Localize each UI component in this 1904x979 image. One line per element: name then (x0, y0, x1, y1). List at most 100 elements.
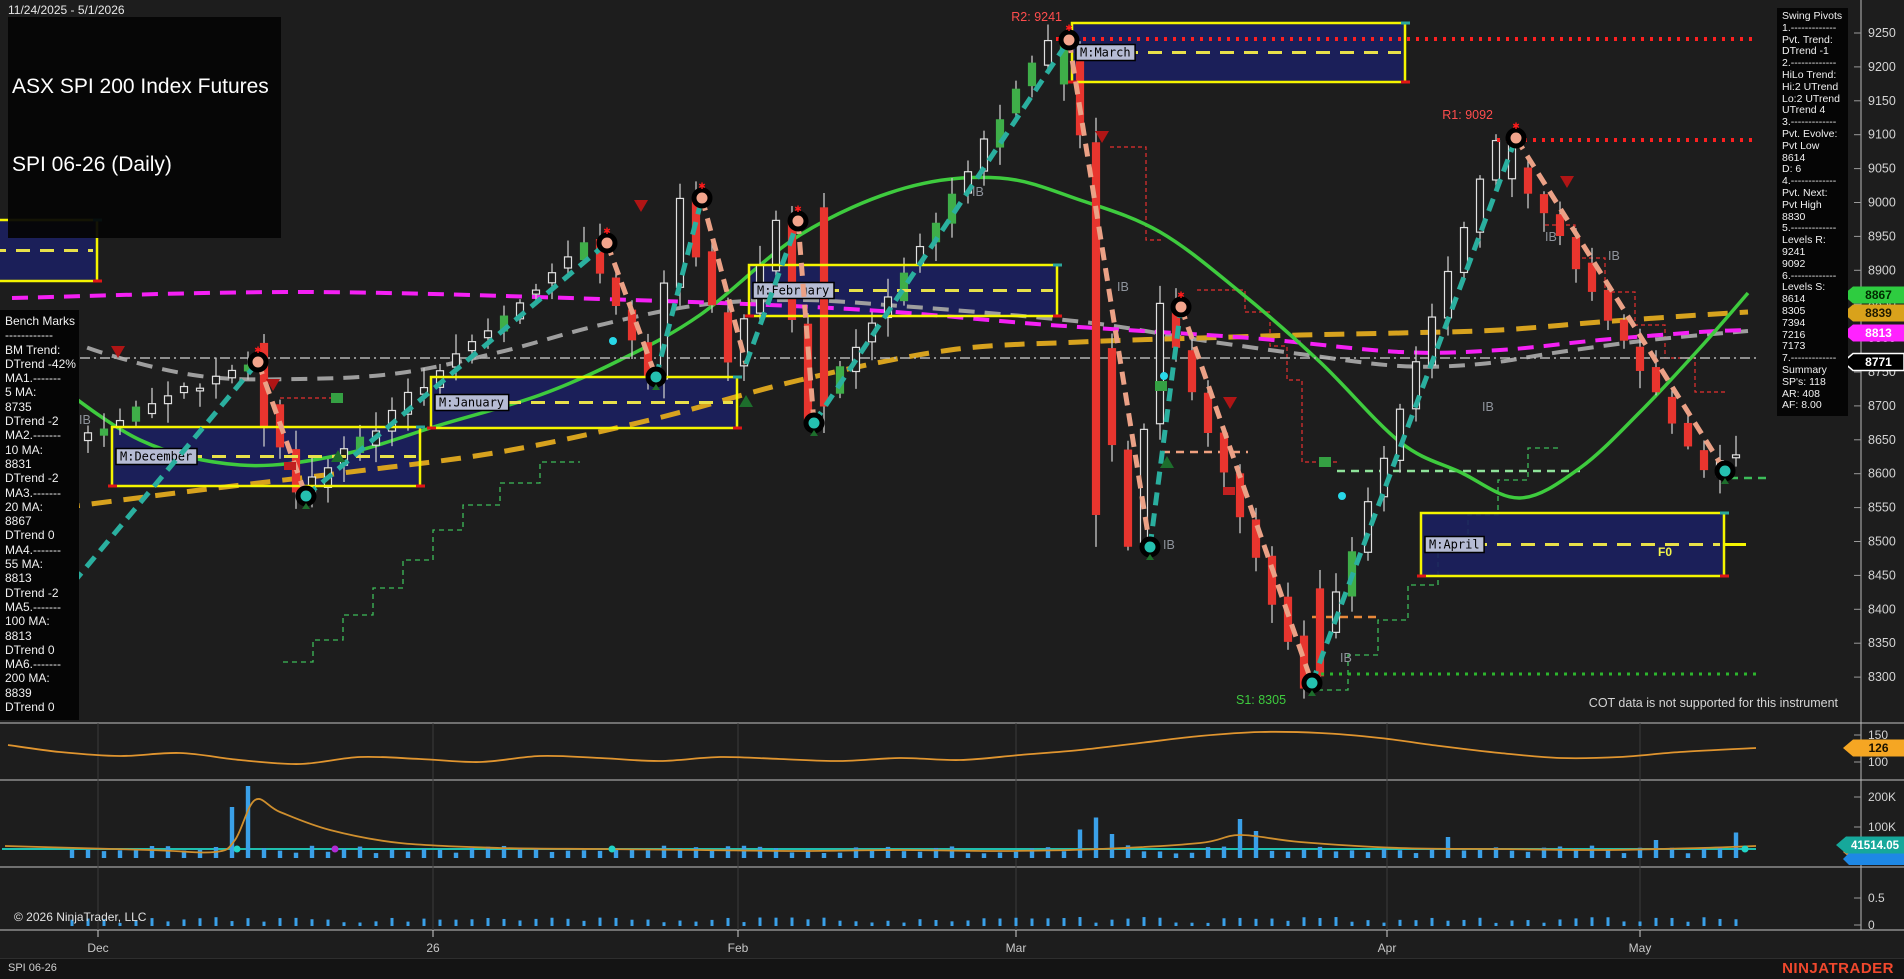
svg-text:✱: ✱ (698, 181, 706, 191)
svg-text:9250: 9250 (1868, 26, 1896, 40)
svg-text:9100: 9100 (1868, 128, 1896, 142)
swing-pivots-line: AF: 8.00 (1782, 400, 1848, 412)
swing-markers: ✱✱✱✱✱✱✱ (66, 23, 1733, 696)
swing-pivots-line: 1.------------- (1782, 23, 1848, 35)
svg-text:8867: 8867 (1865, 288, 1892, 302)
bench-marks-line: DTrend -2 (5, 471, 79, 485)
svg-text:8300: 8300 (1868, 670, 1896, 684)
bench-marks-line: DTrend 0 (5, 528, 79, 542)
svg-text:IB: IB (1117, 280, 1129, 294)
svg-text:M:January: M:January (439, 396, 504, 410)
svg-text:41514.05: 41514.05 (1851, 840, 1900, 852)
svg-text:✱: ✱ (1512, 121, 1520, 131)
svg-text:IB: IB (1608, 249, 1620, 263)
svg-text:Dec: Dec (87, 941, 108, 955)
bench-marks-line: 8867 (5, 514, 79, 528)
bench-marks-line: 8839 (5, 686, 79, 700)
bench-marks-line: MA5.------- (5, 600, 79, 614)
swing-pivots-panel: Swing Pivots1.-------------Pvt. Trend:DT… (1777, 8, 1848, 416)
bench-marks-line: 8813 (5, 629, 79, 643)
swing-pivots-line: Pvt High (1782, 200, 1848, 212)
svg-text:8350: 8350 (1868, 636, 1896, 650)
svg-text:100: 100 (1868, 755, 1888, 769)
swing-pivots-line: Pvt. Next: (1782, 188, 1848, 200)
svg-text:IB: IB (1163, 538, 1175, 552)
svg-text:8839: 8839 (1865, 306, 1892, 320)
instrument-title-line1: ASX SPI 200 Index Futures (12, 74, 269, 100)
svg-text:F0: F0 (1658, 545, 1672, 559)
bench-marks-line: DTrend -2 (5, 586, 79, 600)
bench-marks-line: 20 MA: (5, 500, 79, 514)
indicator-panel-3: 0.50 (71, 891, 1886, 932)
swing-pivots-line: 9241 (1782, 247, 1848, 259)
bottom-status-bar (0, 958, 1904, 979)
bench-marks-line: MA1.------- (5, 371, 79, 385)
bench-marks-line: MA3.------- (5, 486, 79, 500)
bench-marks-line: BM Trend: (5, 343, 79, 357)
swing-pivots-line: 7394 (1782, 318, 1848, 330)
svg-text:M:February: M:February (757, 284, 829, 298)
instrument-title-line2: SPI 06-26 (Daily) (12, 152, 269, 178)
instrument-tab-label[interactable]: SPI 06-26 (8, 962, 57, 974)
bench-marks-line: DTrend 0 (5, 700, 79, 714)
bench-marks-line: 8831 (5, 457, 79, 471)
svg-text:9200: 9200 (1868, 60, 1896, 74)
svg-text:✱: ✱ (603, 226, 611, 236)
svg-text:8813: 8813 (1865, 326, 1892, 340)
svg-text:M:March: M:March (1080, 46, 1131, 60)
bench-marks-line: DTrend 0 (5, 643, 79, 657)
svg-text:S1: 8305: S1: 8305 (1236, 693, 1286, 707)
swing-pivots-line: Pvt. Evolve: (1782, 129, 1848, 141)
svg-text:COT data is not supported for: COT data is not supported for this instr… (1589, 696, 1839, 710)
bench-marks-line: MA6.------- (5, 657, 79, 671)
bench-marks-line: 10 MA: (5, 443, 79, 457)
svg-text:Apr: Apr (1378, 941, 1397, 955)
svg-text:IB: IB (1340, 651, 1352, 665)
svg-text:8550: 8550 (1868, 501, 1896, 515)
svg-text:IB: IB (1482, 400, 1494, 414)
svg-text:✱: ✱ (1065, 23, 1073, 33)
svg-text:IB: IB (1545, 230, 1557, 244)
svg-text:126: 126 (1868, 741, 1888, 755)
swing-pivots-line: 8305 (1782, 306, 1848, 318)
svg-text:May: May (1629, 941, 1652, 955)
svg-text:9150: 9150 (1868, 94, 1896, 108)
ninjatrader-logo: NINJATRADER (1782, 960, 1894, 977)
swing-pivots-line: 9092 (1782, 259, 1848, 271)
indicator-panel-1: 150100126 (8, 728, 1904, 769)
svg-text:✱: ✱ (1177, 290, 1185, 300)
svg-text:IB: IB (972, 185, 984, 199)
bench-marks-line: Bench Marks (5, 314, 79, 328)
bench-marks-line: DTrend -2 (5, 414, 79, 428)
swing-pivots-line: Hi:2 UTrend (1782, 82, 1848, 94)
bench-marks-line: DTrend -42% (5, 357, 79, 371)
svg-text:8700: 8700 (1868, 399, 1896, 413)
svg-text:200K: 200K (1868, 790, 1896, 804)
chart-canvas[interactable]: M:DecemberM:JanuaryM:FebruaryM:MarchM:Ap… (0, 0, 1904, 979)
swing-pivots-line: HiLo Trend: (1782, 70, 1848, 82)
swing-zigzag-lines (73, 40, 1725, 683)
svg-text:R1: 9092: R1: 9092 (1442, 108, 1493, 122)
svg-text:8400: 8400 (1868, 602, 1896, 616)
svg-text:0.5: 0.5 (1868, 891, 1885, 905)
date-range-label: 11/24/2025 - 5/1/2026 (8, 3, 125, 17)
svg-text:IB: IB (79, 413, 91, 427)
month-label-chip: M:February (753, 283, 834, 299)
month-label-chip: M:April (1425, 537, 1484, 553)
svg-text:8771: 8771 (1865, 355, 1892, 369)
bench-marks-line: 8813 (5, 571, 79, 585)
copyright-notice: © 2026 NinjaTrader, LLC (14, 910, 146, 924)
bench-marks-line: ------------ (5, 328, 79, 342)
svg-text:8900: 8900 (1868, 263, 1896, 277)
bench-marks-line: MA2.------- (5, 428, 79, 442)
bench-marks-line: MA4.------- (5, 543, 79, 557)
bench-marks-line: 55 MA: (5, 557, 79, 571)
volume-panel: 200K100K41514.05 (2, 786, 1904, 865)
svg-text:✱: ✱ (794, 204, 802, 214)
swing-pivots-line: Summary (1782, 365, 1848, 377)
svg-text:26: 26 (426, 941, 440, 955)
svg-text:9050: 9050 (1868, 162, 1896, 176)
svg-text:8950: 8950 (1868, 229, 1896, 243)
month-label-chip: M:January (435, 395, 509, 411)
svg-text:9000: 9000 (1868, 196, 1896, 210)
